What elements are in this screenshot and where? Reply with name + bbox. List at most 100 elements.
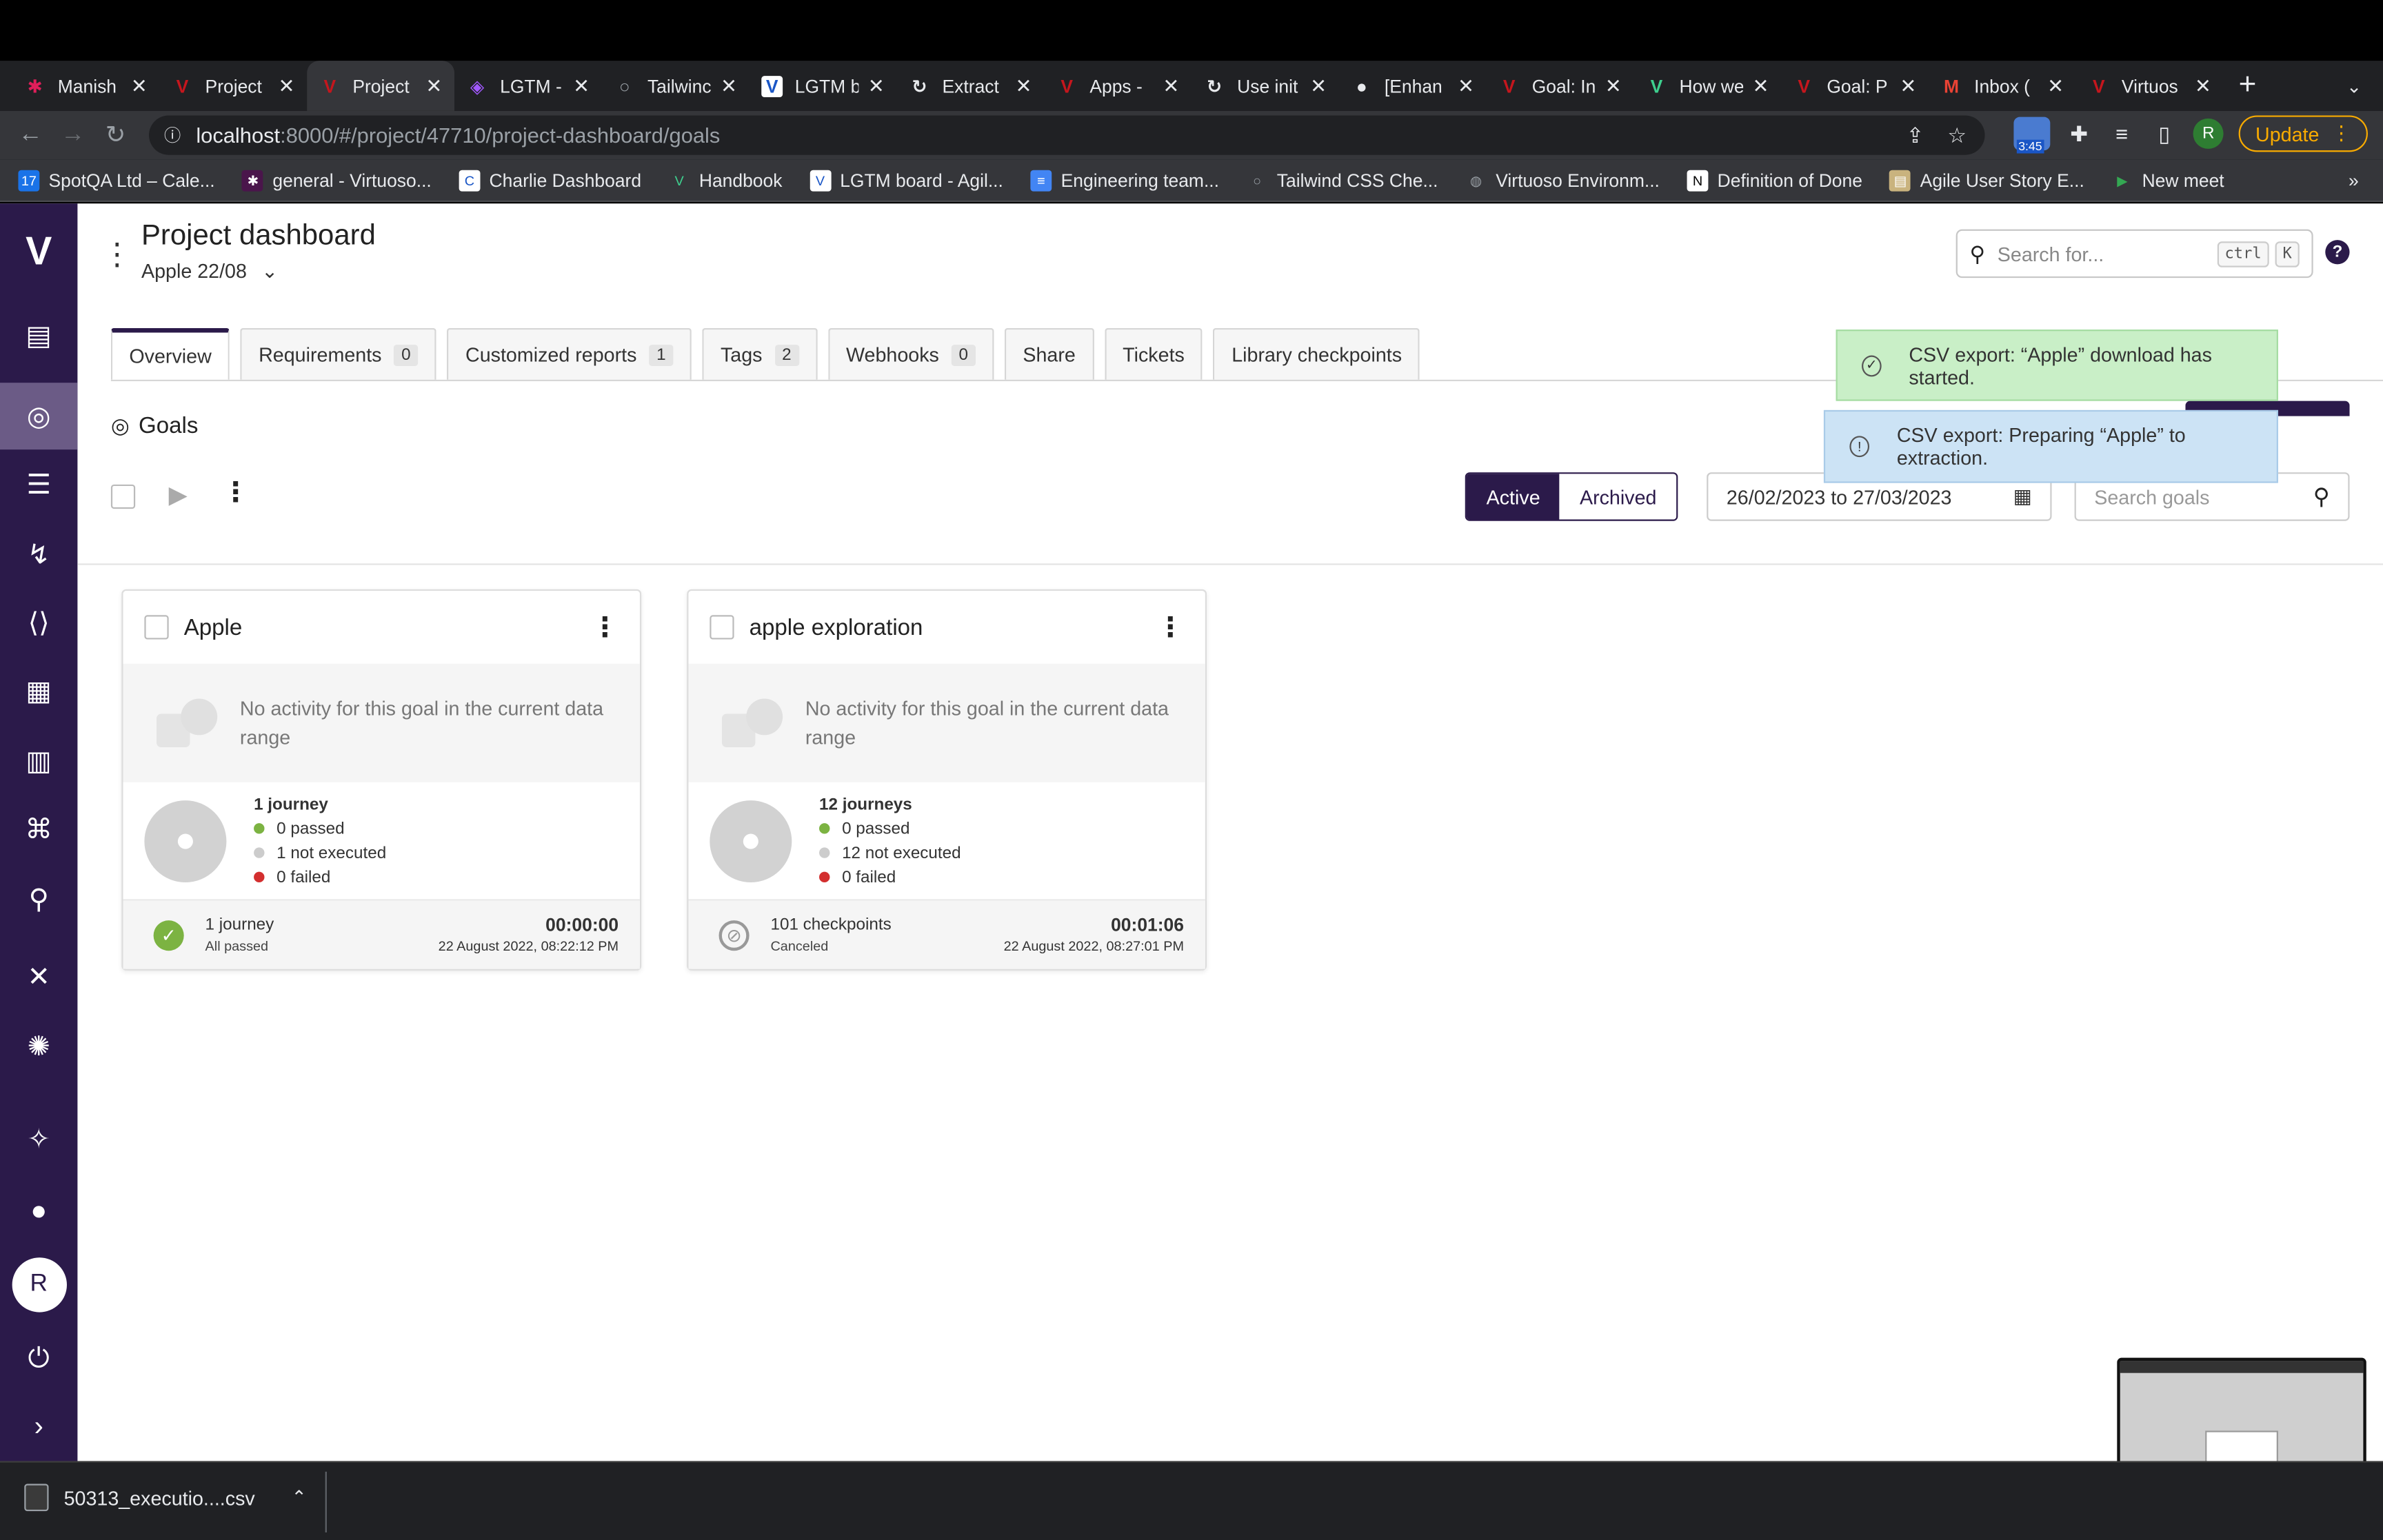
toast-success[interactable]: ✓ CSV export: “Apple” download has start… — [1836, 330, 2278, 401]
close-icon[interactable]: ✕ — [131, 74, 148, 98]
browser-tab[interactable]: V Apps - ✕ — [1044, 61, 1192, 111]
tab-share[interactable]: Share — [1004, 327, 1094, 380]
play-icon[interactable]: ▶ — [169, 480, 188, 510]
journey-path-icon[interactable]: ↯ — [0, 521, 77, 588]
bookmark[interactable]: N Definition of Done — [1687, 169, 1862, 191]
browser-tab[interactable]: V LGTM b ✕ — [750, 61, 897, 111]
browser-tab[interactable]: ○ Tailwinc ✕ — [602, 61, 750, 111]
virtuoso-logo-icon[interactable]: V — [0, 217, 77, 284]
close-icon[interactable]: ✕ — [279, 74, 295, 98]
expand-chevron-icon[interactable]: › — [0, 1392, 77, 1459]
close-icon[interactable]: ✕ — [1016, 74, 1032, 98]
bookmark[interactable]: V Handbook — [669, 170, 783, 191]
new-tab-button[interactable]: + — [2239, 68, 2257, 103]
puzzle-extensions-icon[interactable]: ✚ — [2066, 121, 2093, 146]
browser-tab[interactable]: ● [Enhan ✕ — [1339, 61, 1487, 111]
browser-tab[interactable]: ↻ Use init ✕ — [1192, 61, 1339, 111]
browser-tab[interactable]: V Virtuos ✕ — [2076, 61, 2224, 111]
list-icon[interactable]: ☰ — [0, 451, 77, 518]
browser-tab[interactable]: ✱ Manish ✕ — [12, 61, 160, 111]
plug-icon[interactable]: ⚲ — [0, 866, 77, 933]
close-icon[interactable]: ✕ — [425, 74, 442, 98]
update-button[interactable]: Update ⋮ — [2238, 115, 2368, 152]
tab-tickets[interactable]: Tickets — [1104, 327, 1203, 380]
browser-tab[interactable]: V How we ✕ — [1633, 61, 1781, 111]
browser-tab[interactable]: V Goal: In ✕ — [1487, 61, 1634, 111]
command-icon[interactable]: ⌘ — [0, 796, 77, 862]
project-selector[interactable]: Apple 22/08 ⌄ — [141, 260, 278, 284]
goal-card[interactable]: apple exploration ⋮ No activity for this… — [687, 589, 1207, 971]
close-icon[interactable]: ✕ — [2047, 74, 2064, 98]
tab-customized-reports[interactable]: Customized reports 1 — [447, 327, 692, 380]
last-execution[interactable]: ⊘ 101 checkpoints Canceled 00:01:06 22 A… — [688, 899, 1205, 969]
bookmark-star-icon[interactable]: ☆ — [1947, 122, 1967, 148]
close-icon[interactable]: ✕ — [2195, 74, 2211, 98]
user-avatar[interactable]: R — [0, 1251, 77, 1318]
bookmarks-overflow-button[interactable]: » — [2349, 170, 2359, 191]
share-icon[interactable]: ⇪ — [1907, 122, 1924, 148]
bulk-menu-kebab-icon[interactable]: ⋮ — [222, 477, 250, 509]
download-item[interactable]: 50313_executio....csv ⌃ — [24, 1483, 307, 1512]
tab-library-checkpoints[interactable]: Library checkpoints — [1213, 327, 1420, 380]
close-icon[interactable]: ✕ — [1753, 74, 1769, 98]
goal-name[interactable]: apple exploration — [750, 614, 923, 640]
close-icon[interactable]: ✕ — [1458, 74, 1474, 98]
bookmark[interactable]: ○ Tailwind CSS Che... — [1247, 170, 1438, 191]
chat-bubble-icon[interactable]: ● — [0, 1177, 77, 1244]
help-icon[interactable]: ? — [2325, 240, 2350, 265]
browser-tab[interactable]: V Project ✕ — [159, 61, 307, 111]
close-icon[interactable]: ✕ — [1605, 74, 1622, 98]
bookmark[interactable]: ▶ New meet — [2111, 170, 2224, 191]
bookmark[interactable]: ◍ Virtuoso Environm... — [1465, 170, 1660, 191]
back-arrow-icon[interactable]: ← — [9, 121, 52, 149]
goal-card[interactable]: Apple ⋮ No activity for this goal in the… — [121, 589, 642, 971]
close-icon[interactable]: ✕ — [1310, 74, 1327, 98]
chevron-up-icon[interactable]: ⌃ — [292, 1487, 307, 1508]
bookmark[interactable]: 17 SpotQA Ltd – Cale... — [18, 169, 215, 191]
goal-checkbox[interactable] — [710, 615, 734, 640]
bookmark[interactable]: ✱ general - Virtuoso... — [242, 169, 432, 191]
browser-tab-active[interactable]: V Project ✕ — [307, 61, 455, 111]
address-bar[interactable]: ⓘ localhost:8000/#/project/47710/project… — [149, 115, 1985, 155]
tab-requirements[interactable]: Requirements 0 — [240, 327, 437, 380]
archived-toggle-button[interactable]: Archived — [1560, 474, 1677, 520]
goal-checkbox[interactable] — [144, 615, 169, 640]
bookmark[interactable]: ▤ Agile User Story E... — [1889, 169, 2084, 191]
side-panel-icon[interactable]: ▯ — [2151, 121, 2178, 146]
goal-kebab-icon[interactable]: ⋮ — [591, 611, 619, 643]
media-queue-icon[interactable]: ≡ — [2108, 121, 2135, 145]
reload-icon[interactable]: ↻ — [94, 120, 137, 150]
bookmark[interactable]: V LGTM board - Agil... — [810, 169, 1003, 191]
tab-webhooks[interactable]: Webhooks 0 — [827, 327, 994, 380]
power-icon[interactable]: ⏻ — [0, 1324, 77, 1391]
bookmark[interactable]: C Charlie Dashboard — [459, 169, 641, 191]
close-icon[interactable]: ✕ — [573, 74, 590, 98]
virtuoso-mark-icon[interactable]: ✕ — [0, 943, 77, 1010]
close-icon[interactable]: ✕ — [1900, 74, 1916, 98]
browser-tab[interactable]: M Inbox (✕ — [1929, 61, 2076, 111]
bookmark[interactable]: ≡ Engineering team... — [1030, 169, 1219, 191]
extension-timer-icon[interactable]: 3:45 — [2013, 116, 2051, 154]
last-execution[interactable]: ✓ 1 journey All passed 00:00:00 22 Augus… — [123, 899, 640, 969]
goals-target-icon[interactable]: ◎ — [0, 383, 78, 450]
page-menu-kebab-icon[interactable]: ⋮ — [102, 240, 132, 270]
goal-kebab-icon[interactable]: ⋮ — [1156, 611, 1184, 643]
report-icon[interactable]: ▤ — [0, 302, 77, 369]
close-icon[interactable]: ✕ — [1163, 74, 1179, 98]
map-icon[interactable]: ▥ — [0, 727, 77, 794]
browser-tab[interactable]: ◈ LGTM - ✕ — [454, 61, 602, 111]
profile-avatar[interactable]: R — [2193, 118, 2224, 149]
magic-wand-icon[interactable]: ✧ — [0, 1106, 77, 1173]
code-file-icon[interactable]: ⟨⟩ — [0, 589, 77, 656]
tab-overview[interactable]: Overview — [110, 327, 230, 380]
bug-icon[interactable]: ✺ — [0, 1013, 77, 1080]
close-icon[interactable]: ✕ — [868, 74, 885, 98]
goal-name[interactable]: Apple — [184, 614, 243, 640]
forward-arrow-icon[interactable]: → — [52, 121, 94, 149]
info-icon[interactable]: ⓘ — [164, 123, 181, 147]
select-all-checkbox[interactable] — [110, 484, 136, 509]
checklist-icon[interactable]: ▦ — [0, 658, 77, 725]
toast-info[interactable]: ! CSV export: Preparing “Apple” to extra… — [1823, 409, 2278, 483]
browser-tab[interactable]: V Goal: P ✕ — [1781, 61, 1929, 111]
tab-search-chevron-icon[interactable]: ⌄ — [2346, 75, 2362, 97]
